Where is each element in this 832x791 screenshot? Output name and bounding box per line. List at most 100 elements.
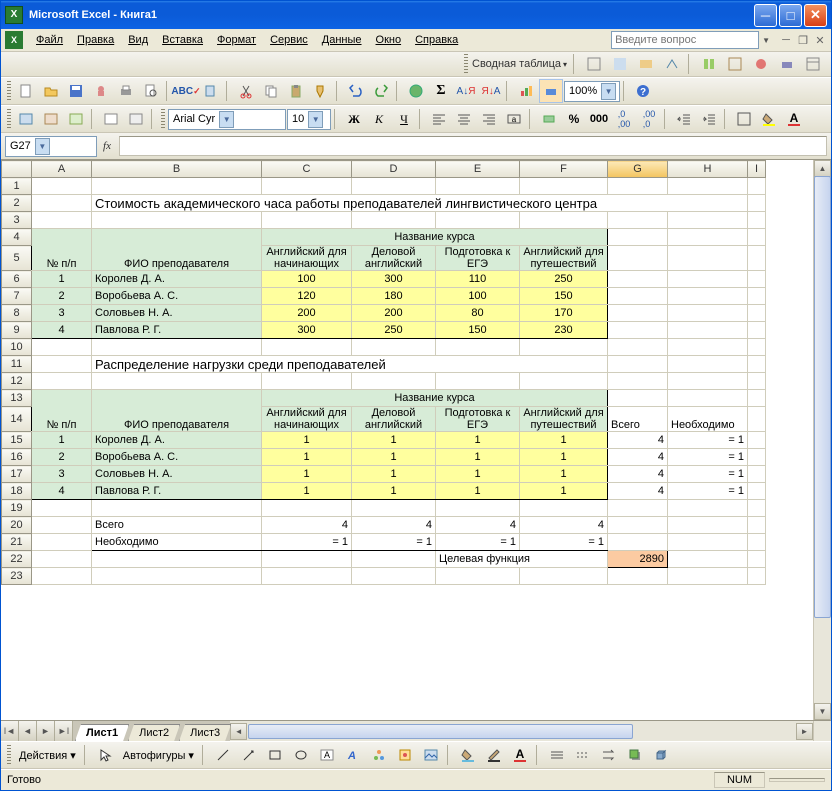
scroll-right-button[interactable]: ►	[796, 723, 813, 740]
doc-icon[interactable]: X	[5, 31, 23, 49]
actions-menu[interactable]: Действия ▾	[15, 749, 80, 762]
doc-minimize[interactable]: ─	[779, 33, 793, 47]
cell[interactable]: 4	[262, 517, 352, 534]
textbox-button[interactable]: A	[315, 743, 339, 767]
spreadsheet[interactable]: A B C D E F G H I 1 2Стоимость академиче…	[1, 160, 766, 585]
cell[interactable]: = 1	[352, 534, 436, 551]
col-header[interactable]: H	[668, 161, 748, 178]
pivot-btn-5[interactable]	[697, 52, 721, 76]
new-button[interactable]	[14, 79, 38, 103]
align-right-button[interactable]	[477, 107, 501, 131]
cell[interactable]: 1	[32, 271, 92, 288]
align-left-button[interactable]	[427, 107, 451, 131]
chart-button[interactable]	[514, 79, 538, 103]
cell[interactable]: Необходимо	[92, 534, 262, 551]
cell[interactable]: 4	[608, 466, 668, 483]
target-value[interactable]: 2890	[608, 551, 668, 568]
cell[interactable]: 300	[262, 322, 352, 339]
permission-button[interactable]	[89, 79, 113, 103]
doc-restore[interactable]: ❐	[796, 33, 810, 47]
cell[interactable]: 1	[262, 466, 352, 483]
col-header[interactable]: B	[92, 161, 262, 178]
horizontal-scrollbar[interactable]: ◄ ►	[230, 721, 813, 741]
cell[interactable]: Королев Д. А.	[92, 271, 262, 288]
currency-button[interactable]	[537, 107, 561, 131]
cell[interactable]: 4	[608, 449, 668, 466]
row-header[interactable]: 5	[2, 246, 32, 271]
cell[interactable]: 150	[436, 322, 520, 339]
cell[interactable]: 4	[608, 483, 668, 500]
diagram-button[interactable]	[367, 743, 391, 767]
cell[interactable]: = 1	[668, 483, 748, 500]
italic-button[interactable]: К	[367, 107, 391, 131]
row-header[interactable]: 11	[2, 356, 32, 373]
cell[interactable]: Воробьева А. С.	[92, 449, 262, 466]
comma-button[interactable]: 000	[587, 107, 611, 131]
pivot-label[interactable]: Сводная таблица▾	[472, 58, 567, 70]
align-center-button[interactable]	[452, 107, 476, 131]
hyperlink-button[interactable]	[404, 79, 428, 103]
pivot-btn-1[interactable]	[582, 52, 606, 76]
pivot-btn-9[interactable]	[801, 52, 825, 76]
name-box[interactable]: G27▼	[5, 136, 97, 157]
cell[interactable]: 1	[352, 449, 436, 466]
preview-button[interactable]	[139, 79, 163, 103]
copy-button[interactable]	[259, 79, 283, 103]
clipart-button[interactable]	[393, 743, 417, 767]
maximize-button[interactable]: □	[779, 4, 802, 27]
paste-button[interactable]	[284, 79, 308, 103]
cell[interactable]: 4	[520, 517, 608, 534]
col-header[interactable]: F	[520, 161, 608, 178]
sort-desc-button[interactable]: Я↓А	[479, 79, 503, 103]
select-objects-button[interactable]	[93, 743, 117, 767]
sheet-tab[interactable]: Лист3	[179, 724, 231, 741]
3d-button[interactable]	[649, 743, 673, 767]
cell[interactable]: = 1	[668, 466, 748, 483]
toolbar-grip[interactable]	[161, 109, 165, 129]
cell[interactable]: = 1	[520, 534, 608, 551]
cell[interactable]: = 1	[668, 449, 748, 466]
cell[interactable]: 1	[436, 449, 520, 466]
menu-data[interactable]: Данные	[315, 32, 369, 48]
drawing-button[interactable]	[539, 79, 563, 103]
pivot-btn-8[interactable]	[775, 52, 799, 76]
cell[interactable]: 1	[262, 432, 352, 449]
cell[interactable]: 180	[352, 288, 436, 305]
cell[interactable]: 1	[352, 483, 436, 500]
help-button[interactable]: ?	[631, 79, 655, 103]
format-painter-button[interactable]	[309, 79, 333, 103]
col-header[interactable]: G	[608, 161, 668, 178]
menu-help[interactable]: Справка	[408, 32, 465, 48]
fill-color-button[interactable]	[456, 743, 480, 767]
arrow-style-button[interactable]	[597, 743, 621, 767]
cell[interactable]: 3	[32, 466, 92, 483]
zoom-combo[interactable]: 100%▼	[564, 81, 620, 102]
inc-dec-button[interactable]: ,0,00	[612, 107, 636, 131]
size-combo[interactable]: 10▼	[287, 109, 331, 130]
sort-asc-button[interactable]: А↓Я	[454, 79, 478, 103]
arrow-button[interactable]	[237, 743, 261, 767]
cell[interactable]: 120	[262, 288, 352, 305]
sheet-tab[interactable]: Лист1	[75, 724, 129, 741]
row-header[interactable]: 15	[2, 432, 32, 449]
autoshapes-menu[interactable]: Автофигуры ▾	[119, 749, 198, 762]
row-header[interactable]: 9	[2, 322, 32, 339]
row-header[interactable]: 14	[2, 407, 32, 432]
row-header[interactable]: 7	[2, 288, 32, 305]
menu-window[interactable]: Окно	[369, 32, 409, 48]
cell[interactable]: 3	[32, 305, 92, 322]
select-all[interactable]	[2, 161, 32, 178]
ask-question-input[interactable]	[611, 31, 759, 49]
undo-button[interactable]	[344, 79, 368, 103]
tab-nav-last[interactable]: ►I	[55, 721, 73, 741]
cell[interactable]: Соловьев Н. А.	[92, 305, 262, 322]
toolbar-grip[interactable]	[7, 109, 11, 129]
cell[interactable]: 150	[520, 288, 608, 305]
toolbar-grip[interactable]	[464, 54, 468, 74]
font-combo[interactable]: Arial Cyr▼	[168, 109, 286, 130]
menu-format[interactable]: Формат	[210, 32, 263, 48]
research-button[interactable]	[199, 79, 223, 103]
cell[interactable]: 2	[32, 288, 92, 305]
cell[interactable]: Королев Д. А.	[92, 432, 262, 449]
row-header[interactable]: 1	[2, 178, 32, 195]
